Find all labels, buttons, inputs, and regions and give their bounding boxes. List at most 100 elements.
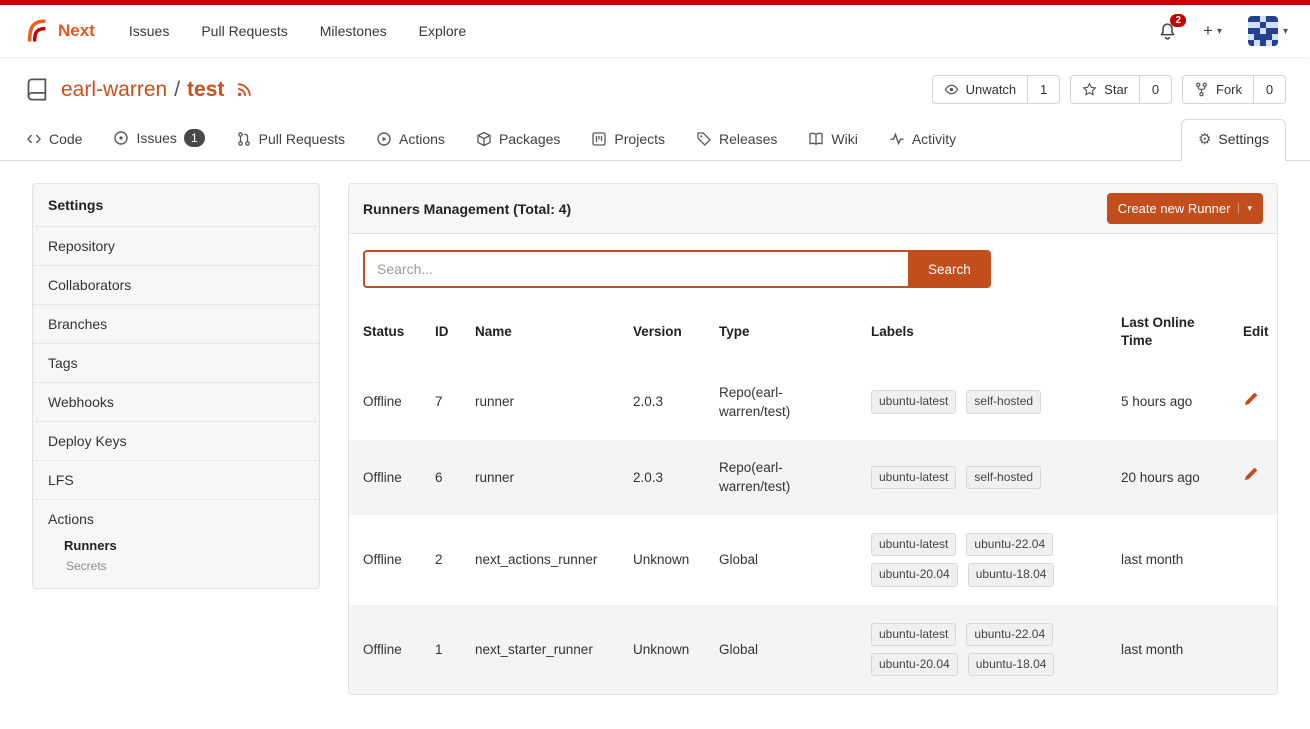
sidebar-item-tags[interactable]: Tags xyxy=(33,343,319,382)
col-name: Name xyxy=(461,300,619,364)
sidebar-item-webhooks[interactable]: Webhooks xyxy=(33,382,319,421)
runner-version: Unknown xyxy=(619,515,705,605)
create-new-menu[interactable]: + ▾ xyxy=(1203,21,1222,41)
sidebar-item-secrets[interactable]: Secrets xyxy=(33,556,319,574)
runner-status: Offline xyxy=(349,365,421,440)
tab-issues[interactable]: Issues 1 xyxy=(111,118,206,160)
tab-label: Wiki xyxy=(831,131,857,147)
repo-owner-link[interactable]: earl-warren xyxy=(61,78,167,102)
tag-icon xyxy=(696,131,712,147)
sidebar-item-actions[interactable]: Actions xyxy=(33,511,319,535)
chevron-down-icon: ▾ xyxy=(1283,26,1288,37)
runner-id: 2 xyxy=(421,515,461,605)
col-id: ID xyxy=(421,300,461,364)
tab-wiki[interactable]: Wiki xyxy=(806,120,859,160)
tab-packages[interactable]: Packages xyxy=(474,120,562,160)
create-runner-button[interactable]: Create new Runner ▾ xyxy=(1107,193,1263,224)
label-chip: ubuntu-22.04 xyxy=(966,623,1053,646)
notifications-button[interactable]: 2 xyxy=(1158,22,1177,41)
tab-releases[interactable]: Releases xyxy=(694,120,779,160)
tab-projects[interactable]: Projects xyxy=(589,120,667,160)
label-chip: self-hosted xyxy=(966,390,1041,413)
nav-milestones[interactable]: Milestones xyxy=(320,23,387,39)
col-type: Type xyxy=(705,300,857,364)
repo-header: earl-warren / test Unwatch 1 Star 0 xyxy=(0,57,1310,118)
runner-row: Offline 1 next_starter_runner Unknown Gl… xyxy=(349,605,1277,695)
watchers-count[interactable]: 1 xyxy=(1028,75,1060,104)
main-navbar: Next Issues Pull Requests Milestones Exp… xyxy=(0,5,1310,57)
runner-edit-cell xyxy=(1229,515,1277,605)
runner-status: Offline xyxy=(349,440,421,515)
sidebar-item-runners[interactable]: Runners xyxy=(33,535,319,556)
runner-last-online: 20 hours ago xyxy=(1107,440,1229,515)
create-runner-label: Create new Runner xyxy=(1118,201,1231,216)
pulse-icon xyxy=(889,131,905,147)
runners-table: Status ID Name Version Type Labels Last … xyxy=(349,300,1277,694)
search-input[interactable] xyxy=(363,250,908,288)
sidebar-title: Settings xyxy=(33,184,319,226)
nav-issues[interactable]: Issues xyxy=(129,23,169,39)
label-chip: ubuntu-18.04 xyxy=(968,653,1055,676)
user-menu[interactable]: ▾ xyxy=(1248,16,1288,46)
runner-id: 7 xyxy=(421,365,461,440)
play-circle-icon xyxy=(376,131,392,147)
gear-icon: ⚙ xyxy=(1198,132,1211,147)
star-label: Star xyxy=(1104,82,1128,97)
runner-row: Offline 2 next_actions_runner Unknown Gl… xyxy=(349,515,1277,605)
forks-count[interactable]: 0 xyxy=(1254,75,1286,104)
tab-label: Actions xyxy=(399,131,445,147)
col-labels: Labels xyxy=(857,300,1107,364)
edit-runner-button[interactable] xyxy=(1243,392,1258,407)
unwatch-button[interactable]: Unwatch xyxy=(932,75,1029,104)
sidebar-item-lfs[interactable]: LFS xyxy=(33,460,319,499)
stars-count[interactable]: 0 xyxy=(1140,75,1172,104)
rss-icon[interactable] xyxy=(236,81,253,98)
runner-row: Offline 7 runner 2.0.3 Repo(earl-warren/… xyxy=(349,365,1277,440)
runner-type: Repo(earl-warren/test) xyxy=(705,365,857,440)
runner-last-online: 5 hours ago xyxy=(1107,365,1229,440)
runner-edit-cell xyxy=(1229,440,1277,515)
sidebar-item-collaborators[interactable]: Collaborators xyxy=(33,265,319,304)
tab-actions[interactable]: Actions xyxy=(374,120,447,160)
tab-label: Activity xyxy=(912,131,956,147)
nav-pull-requests[interactable]: Pull Requests xyxy=(201,23,287,39)
tab-settings[interactable]: ⚙ Settings xyxy=(1181,119,1286,161)
watch-button-group: Unwatch 1 xyxy=(932,75,1061,104)
tab-pull-requests[interactable]: Pull Requests xyxy=(234,120,347,160)
runner-status: Offline xyxy=(349,515,421,605)
repo-actions: Unwatch 1 Star 0 Fork 0 xyxy=(932,75,1286,104)
runner-type: Global xyxy=(705,605,857,695)
runner-version: 2.0.3 xyxy=(619,365,705,440)
code-icon xyxy=(26,131,42,147)
runners-panel: Runners Management (Total: 4) Create new… xyxy=(348,183,1278,695)
col-last-online: Last Online Time xyxy=(1107,300,1229,364)
sidebar-item-repository[interactable]: Repository xyxy=(33,226,319,265)
panel-body: Search Status ID Name Version Type Label… xyxy=(349,234,1277,694)
tab-code[interactable]: Code xyxy=(24,120,84,160)
edit-runner-button[interactable] xyxy=(1243,467,1258,482)
label-chip: ubuntu-20.04 xyxy=(871,563,958,586)
runner-id: 6 xyxy=(421,440,461,515)
home-link[interactable]: Next xyxy=(22,17,95,45)
repo-name-link[interactable]: test xyxy=(187,78,224,102)
tab-label: Pull Requests xyxy=(259,131,345,147)
runner-labels: ubuntu-latest ubuntu-22.04 ubuntu-20.04 … xyxy=(857,605,1107,695)
navbar-right: 2 + ▾ ▾ xyxy=(1158,16,1288,46)
panel-header: Runners Management (Total: 4) Create new… xyxy=(349,184,1277,234)
notification-count-badge: 2 xyxy=(1170,14,1186,27)
runner-labels: ubuntu-latest ubuntu-22.04 ubuntu-20.04 … xyxy=(857,515,1107,605)
star-button-group: Star 0 xyxy=(1070,75,1172,104)
sidebar-item-deploy-keys[interactable]: Deploy Keys xyxy=(33,421,319,460)
fork-button[interactable]: Fork xyxy=(1182,75,1254,104)
git-fork-icon xyxy=(1194,82,1209,97)
sidebar-item-branches[interactable]: Branches xyxy=(33,304,319,343)
panel-title: Runners Management (Total: 4) xyxy=(363,201,571,217)
tab-activity[interactable]: Activity xyxy=(887,120,958,160)
nav-explore[interactable]: Explore xyxy=(419,23,466,39)
fork-button-group: Fork 0 xyxy=(1182,75,1286,104)
search-button[interactable]: Search xyxy=(908,250,991,288)
runner-version: Unknown xyxy=(619,605,705,695)
col-edit: Edit xyxy=(1229,300,1277,364)
col-status: Status xyxy=(349,300,421,364)
star-button[interactable]: Star xyxy=(1070,75,1140,104)
